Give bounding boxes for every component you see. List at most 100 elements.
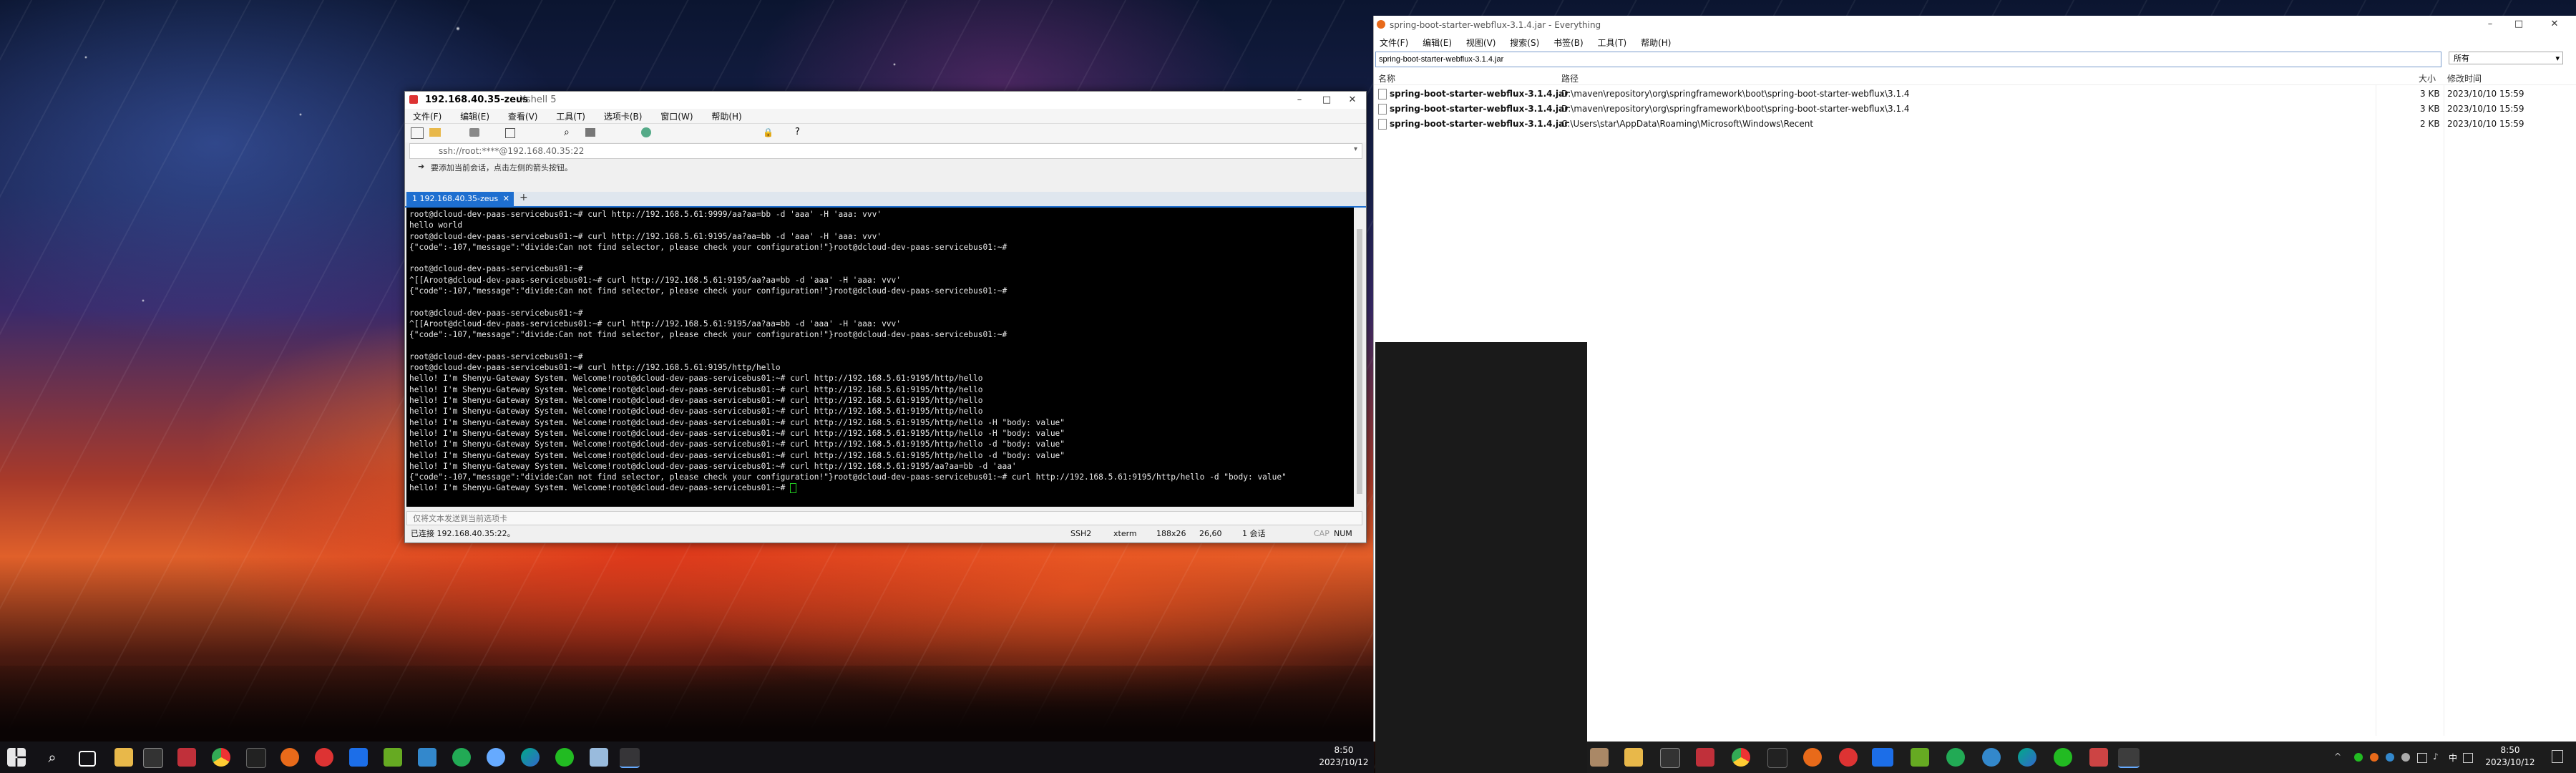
file-explorer-icon[interactable] — [1624, 748, 1643, 767]
cmd-icon[interactable] — [1767, 748, 1787, 768]
tray-icon[interactable] — [2463, 753, 2473, 763]
tray-chevron-icon[interactable]: ^ — [2334, 752, 2341, 762]
app-icon[interactable] — [590, 748, 608, 767]
chrome-icon[interactable] — [1732, 748, 1750, 767]
scrollbar-thumb[interactable] — [1357, 229, 1362, 494]
volume-icon[interactable]: ♪ — [2433, 752, 2439, 762]
menu-file[interactable]: 文件(F) — [405, 109, 449, 124]
help-icon[interactable]: ? — [795, 127, 800, 137]
menu-tools[interactable]: 工具(T) — [1592, 34, 1633, 51]
tray-icon[interactable] — [2401, 753, 2410, 762]
column-header-name[interactable]: 名称 — [1378, 72, 1395, 84]
tray-icon[interactable] — [2354, 753, 2363, 762]
copy-icon[interactable] — [505, 128, 515, 138]
everything-taskbar-icon[interactable] — [1803, 748, 1822, 767]
table-row[interactable]: spring-boot-starter-webflux-3.1.4.jar C:… — [1374, 117, 2576, 132]
menu-view[interactable]: 查看(V) — [500, 109, 546, 124]
menu-view[interactable]: 视图(V) — [1460, 34, 1502, 51]
menu-tabs[interactable]: 选项卡(B) — [596, 109, 650, 124]
dev-tool-icon[interactable] — [384, 748, 402, 767]
app-icon[interactable] — [1839, 748, 1858, 767]
tray-icon[interactable] — [2370, 753, 2379, 762]
task-view-icon[interactable] — [79, 751, 96, 767]
xshell-taskbar-icon-active[interactable] — [620, 748, 640, 768]
close-icon[interactable]: ✕ — [1338, 92, 1367, 109]
taskbar-clock-left[interactable]: 8:50 2023/10/12 — [1317, 744, 1371, 769]
everything-title-bar[interactable]: spring-boot-starter-webflux-3.1.4.jar - … — [1374, 16, 2576, 34]
menu-file[interactable]: 文件(F) — [1374, 34, 1414, 51]
app-icon[interactable] — [487, 748, 505, 767]
notification-icon[interactable] — [2552, 750, 2563, 763]
app-icon[interactable] — [315, 748, 333, 767]
terminal-icon[interactable] — [143, 748, 163, 768]
idea-icon-active[interactable] — [1872, 748, 1893, 767]
everything-taskbar-icon[interactable] — [280, 748, 299, 767]
terminal-line: hello! I'm Shenyu-Gateway System. Welcom… — [409, 384, 983, 394]
globe-icon[interactable] — [641, 127, 651, 137]
search-icon[interactable]: ⌕ — [564, 127, 570, 138]
tray-icon[interactable] — [2386, 753, 2394, 762]
new-session-icon[interactable] — [411, 127, 424, 139]
xshell-taskbar-icon-active[interactable] — [2118, 748, 2140, 768]
maximize-icon[interactable]: □ — [1312, 92, 1341, 109]
table-row[interactable]: spring-boot-starter-webflux-3.1.4.jar D:… — [1374, 102, 2576, 117]
ime-indicator[interactable]: 中 — [2449, 752, 2457, 764]
xshell-title-bar[interactable]: 192.168.40.35-zeus Xshell 5 – □ ✕ — [405, 92, 1366, 109]
xshell-toolbar: ⌕ 🔒 ? — [405, 123, 1366, 142]
xshell-window[interactable]: 192.168.40.35-zeus Xshell 5 – □ ✕ 文件(F) … — [404, 91, 1367, 543]
edge-icon[interactable] — [521, 748, 540, 767]
file-explorer-icon[interactable] — [114, 748, 133, 767]
menu-edit[interactable]: 编辑(E) — [1417, 34, 1458, 51]
xshell-taskbar-icon[interactable] — [1696, 748, 1714, 767]
close-icon[interactable]: ✕ — [2540, 16, 2569, 33]
minimize-icon[interactable]: – — [2476, 16, 2504, 33]
menu-bookmarks[interactable]: 书签(B) — [1548, 34, 1589, 51]
terminal-output[interactable]: root@dcloud-dev-paas-servicebus01:~# cur… — [406, 208, 1354, 507]
app-icon[interactable] — [2089, 748, 2108, 767]
wechat-icon[interactable] — [555, 748, 574, 767]
menu-edit[interactable]: 编辑(E) — [452, 109, 497, 124]
app-icon[interactable] — [1590, 748, 1609, 767]
chrome-icon[interactable] — [212, 748, 230, 767]
arrow-icon[interactable]: ➜ — [418, 162, 424, 171]
xshell-taskbar-icon[interactable] — [177, 748, 196, 767]
xshell-address-bar[interactable]: ssh://root:****@192.168.40.35:22 ▾ — [409, 143, 1362, 159]
add-tab-icon[interactable]: + — [519, 192, 528, 203]
cmd-icon[interactable] — [246, 748, 266, 768]
menu-help[interactable]: 帮助(H) — [703, 109, 749, 124]
dev-tool-icon[interactable] — [1911, 748, 1929, 767]
app-icon[interactable] — [452, 748, 471, 767]
tab-session[interactable]: 1 192.168.40.35-zeus ✕ — [406, 192, 514, 206]
wechat-icon[interactable] — [2054, 748, 2072, 767]
column-header-modified[interactable]: 修改时间 — [2447, 72, 2482, 84]
app-icon[interactable] — [1982, 748, 2001, 767]
chevron-down-icon[interactable]: ▾ — [1354, 145, 1357, 153]
minimize-icon[interactable]: – — [1285, 92, 1314, 109]
search-icon[interactable]: ⌕ — [43, 748, 62, 767]
open-folder-icon[interactable] — [429, 128, 441, 137]
menu-help[interactable]: 帮助(H) — [1635, 34, 1677, 51]
menu-search[interactable]: 搜索(S) — [1504, 34, 1545, 51]
connect-icon[interactable] — [469, 128, 479, 137]
close-tab-icon[interactable]: ✕ — [503, 192, 509, 206]
menu-window[interactable]: 窗口(W) — [653, 109, 701, 124]
idea-icon[interactable] — [349, 748, 368, 767]
column-header-size[interactable]: 大小 — [2419, 72, 2436, 84]
print-icon[interactable] — [585, 128, 595, 137]
send-text-bar[interactable]: 仅将文本发送到当前选项卡 — [406, 511, 1362, 525]
taskbar-clock-right[interactable]: 8:50 2023/10/12 — [2482, 744, 2539, 769]
network-icon[interactable] — [2417, 753, 2427, 763]
terminal-icon[interactable] — [1660, 748, 1680, 768]
edge-icon[interactable] — [2018, 748, 2036, 767]
ide-icon[interactable] — [418, 748, 436, 767]
lock-icon[interactable]: 🔒 — [763, 127, 774, 137]
table-row[interactable]: spring-boot-starter-webflux-3.1.4.jar D:… — [1374, 87, 2576, 102]
xshell-status-bar: 已连接 192.168.40.35:22。 SSH2 xterm 188x26 … — [405, 527, 1366, 541]
maximize-icon[interactable]: □ — [2504, 16, 2533, 33]
filter-select[interactable]: 所有 ▾ — [2449, 52, 2563, 64]
menu-tools[interactable]: 工具(T) — [548, 109, 593, 124]
terminal-scrollbar[interactable] — [1355, 208, 1364, 507]
column-header-path[interactable]: 路径 — [1561, 72, 1579, 84]
search-input[interactable] — [1375, 52, 2441, 67]
app-icon[interactable] — [1946, 748, 1965, 767]
